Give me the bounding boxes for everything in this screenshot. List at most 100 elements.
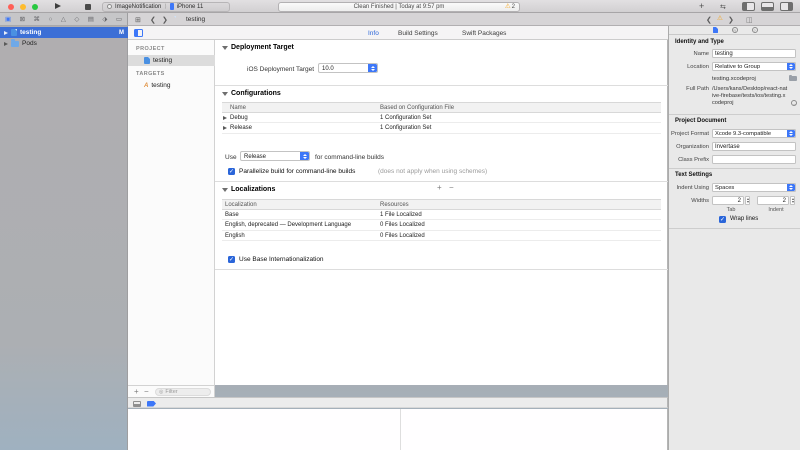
next-issue-icon[interactable]: ❯ xyxy=(728,16,734,24)
table-row-debug[interactable]: Debug 1 Configuration Set xyxy=(222,113,661,124)
hide-debug-area-icon[interactable] xyxy=(133,401,141,407)
class-prefix-field[interactable] xyxy=(712,155,796,164)
navigator-item-pods[interactable]: Pods xyxy=(0,38,128,49)
jumpbar-file-name[interactable]: testing xyxy=(186,16,205,23)
previous-issue-icon[interactable]: ❮ xyxy=(706,16,712,24)
warning-count-badge[interactable]: ⚠ 2 xyxy=(505,4,515,10)
section-disclosure-icon[interactable] xyxy=(222,46,228,50)
jump-bar: ⊞ ❮ ❯ testing ❮ ⚠ ❯ ◫ xyxy=(128,13,800,26)
projects-targets-list: PROJECT testing TARGETS A testing xyxy=(128,40,215,385)
symbol-navigator-icon[interactable]: ⌘ xyxy=(34,16,41,23)
close-window-button[interactable] xyxy=(8,4,14,10)
debug-navigator-icon[interactable]: ▤ xyxy=(88,16,94,23)
target-item-testing[interactable]: A testing xyxy=(128,80,215,91)
debug-console-pane[interactable] xyxy=(401,409,668,450)
debug-pane-divider[interactable] xyxy=(400,409,401,450)
table-row-english-deprecated[interactable]: English, deprecated — Development Langua… xyxy=(222,220,661,231)
disclosure-icon[interactable] xyxy=(223,116,227,120)
table-row-release[interactable]: Release 1 Configuration Set xyxy=(222,123,661,134)
project-navigator: testing M Pods xyxy=(0,26,128,450)
location-dropdown[interactable]: Relative to Group xyxy=(712,62,796,71)
reveal-arrow-icon[interactable]: → xyxy=(791,100,797,106)
test-navigator-icon[interactable]: ◇ xyxy=(74,16,79,23)
run-destination[interactable]: iPhone 11 xyxy=(177,4,204,10)
disclosure-icon[interactable] xyxy=(4,31,8,35)
scheme-selector[interactable]: ImageNotification ⟩ iPhone 11 xyxy=(102,2,230,12)
section-divider xyxy=(215,181,668,182)
name-field[interactable]: testing xyxy=(712,49,796,58)
identity-and-type-header: Identity and Type xyxy=(675,39,724,45)
parallelize-checkbox[interactable] xyxy=(228,168,235,175)
use-suffix-label: for command-line builds xyxy=(315,154,384,161)
app-target-icon: A xyxy=(144,83,148,89)
library-button[interactable]: + xyxy=(699,2,704,11)
project-file-icon xyxy=(144,57,150,65)
report-navigator-icon[interactable]: ▭ xyxy=(116,16,122,23)
filter-input[interactable]: ◎ Filter xyxy=(155,388,211,396)
folder-icon[interactable] xyxy=(789,76,797,81)
tab-info[interactable]: Info xyxy=(368,30,379,37)
breakpoint-navigator-icon[interactable]: ⬗ xyxy=(102,16,107,23)
section-deployment-target[interactable]: Deployment Target xyxy=(222,44,294,51)
ios-deployment-target-dropdown[interactable]: 10.0 xyxy=(318,63,378,73)
debug-variables-pane[interactable] xyxy=(128,409,400,450)
parallelize-note: (does not apply when using schemes) xyxy=(378,168,487,175)
table-row-base[interactable]: Base 1 File Localized xyxy=(222,210,661,221)
breakpoints-toggle-icon[interactable] xyxy=(147,401,156,407)
filter-icon: ◎ xyxy=(159,389,163,395)
tab-swift-packages[interactable]: Swift Packages xyxy=(462,30,506,37)
organization-label: Organization xyxy=(669,144,709,150)
section-disclosure-icon[interactable] xyxy=(222,188,228,192)
base-internationalization-checkbox[interactable] xyxy=(228,256,235,263)
issue-warning-icon: ⚠ xyxy=(717,16,723,22)
find-navigator-icon[interactable]: ○ xyxy=(48,16,52,23)
organization-field[interactable]: Invertase xyxy=(712,142,796,151)
add-editor-icon[interactable]: ◫ xyxy=(746,16,753,24)
indent-using-dropdown[interactable]: Spaces xyxy=(712,183,796,192)
minimize-window-button[interactable] xyxy=(20,4,26,10)
column-based-on: Based on Configuration File xyxy=(380,105,454,111)
localizations-table: Localization Resources Base 1 File Local… xyxy=(222,199,661,241)
project-format-dropdown[interactable]: Xcode 9.3-compatible xyxy=(712,129,796,138)
history-inspector-icon[interactable]: ◷ xyxy=(732,27,738,33)
quick-help-inspector-icon[interactable]: ? xyxy=(752,27,758,33)
toggle-navigator-button[interactable] xyxy=(742,2,755,11)
stop-icon[interactable] xyxy=(85,4,91,10)
indent-width-field[interactable]: 2 xyxy=(757,196,789,205)
indent-width-stepper[interactable] xyxy=(790,196,795,205)
section-disclosure-icon[interactable] xyxy=(222,92,228,96)
add-target-button[interactable]: + xyxy=(134,388,139,396)
wrap-lines-checkbox[interactable] xyxy=(719,216,726,223)
section-localizations[interactable]: Localizations xyxy=(222,186,275,193)
disclosure-icon[interactable] xyxy=(223,126,227,130)
forward-icon[interactable]: ❯ xyxy=(162,16,168,24)
tab-width-stepper[interactable] xyxy=(745,196,750,205)
navigator-item-testing[interactable]: testing M xyxy=(0,27,128,38)
project-navigator-icon[interactable]: ▣ xyxy=(5,16,11,23)
zoom-window-button[interactable] xyxy=(32,4,38,10)
toggle-projects-list-icon[interactable] xyxy=(134,29,143,37)
remove-target-button[interactable]: − xyxy=(144,388,149,396)
file-inspector-icon[interactable] xyxy=(713,27,718,34)
configurations-table: Name Based on Configuration File Debug 1… xyxy=(222,102,661,134)
command-line-configuration-dropdown[interactable]: Release xyxy=(240,151,310,161)
remove-configuration-button[interactable]: − xyxy=(449,184,454,192)
add-configuration-button[interactable]: + xyxy=(437,184,442,192)
run-icon[interactable] xyxy=(55,3,61,9)
iphone-icon xyxy=(170,3,174,10)
table-row-english[interactable]: English 0 Files Localized xyxy=(222,231,661,242)
section-configurations[interactable]: Configurations xyxy=(222,90,281,97)
toggle-debug-area-button[interactable] xyxy=(761,2,774,11)
source-control-navigator-icon[interactable]: ⊠ xyxy=(20,16,25,23)
back-icon[interactable]: ❮ xyxy=(150,16,156,24)
issue-navigator-icon[interactable]: △ xyxy=(61,16,66,23)
related-items-icon[interactable]: ⊞ xyxy=(135,16,141,24)
toggle-inspector-button[interactable] xyxy=(780,2,793,11)
code-review-button[interactable]: ⇆ xyxy=(720,3,726,12)
tab-width-field[interactable]: 2 xyxy=(712,196,744,205)
disclosure-icon[interactable] xyxy=(4,42,8,46)
scheme-separator-icon: ⟩ xyxy=(164,3,166,10)
scheme-name[interactable]: ImageNotification xyxy=(115,4,161,10)
tab-build-settings[interactable]: Build Settings xyxy=(398,30,438,37)
project-item-testing[interactable]: testing xyxy=(128,55,215,66)
